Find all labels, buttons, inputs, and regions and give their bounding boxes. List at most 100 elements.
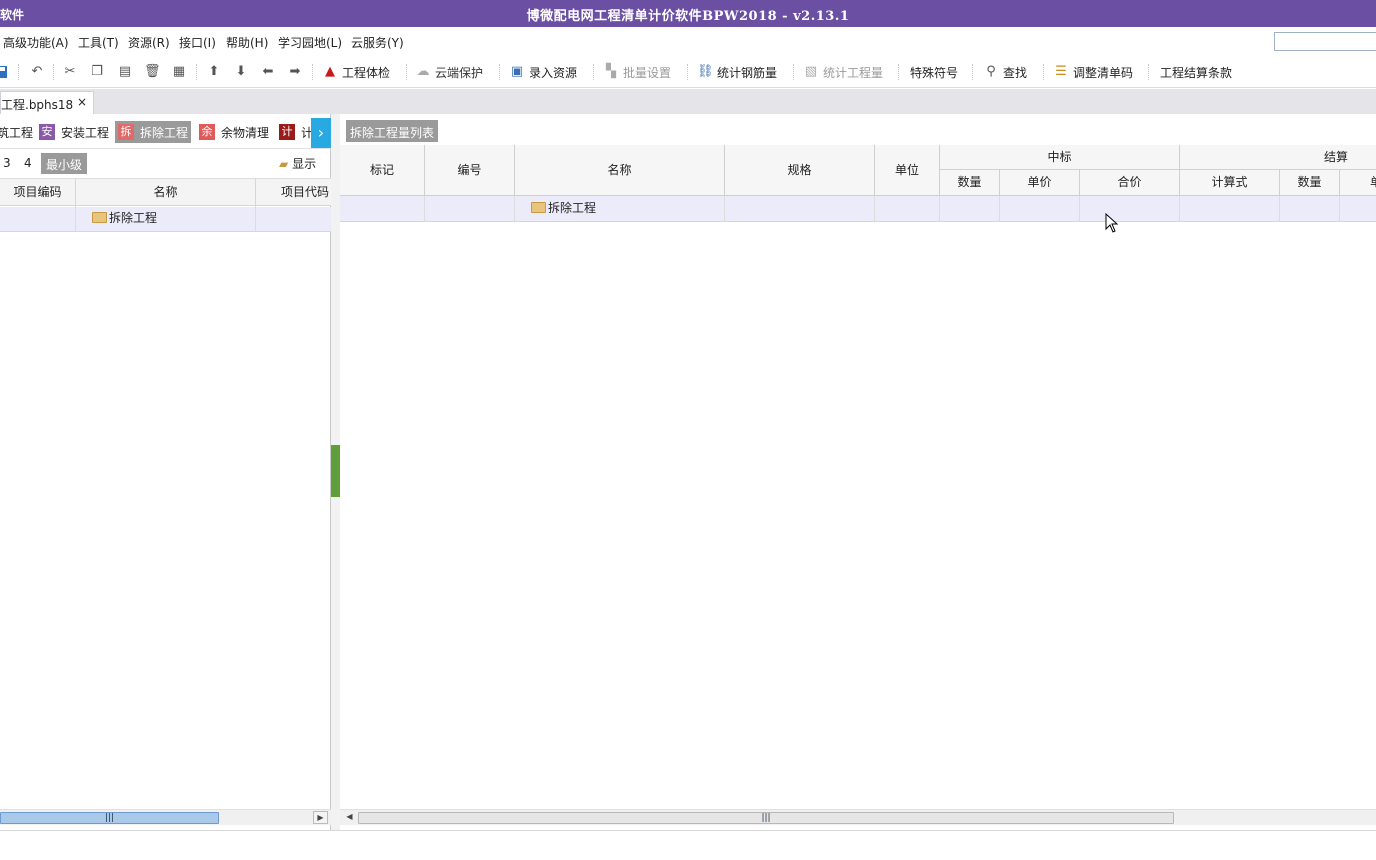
cloud-protect-button[interactable]: ☁ 云端保护 <box>415 63 484 81</box>
cell-bid-total[interactable] <box>1080 196 1180 222</box>
enter-resource-button[interactable]: ▣ 录入资源 <box>509 63 577 81</box>
header-settlement-formula[interactable]: 计算式 <box>1180 170 1280 196</box>
move-down-button[interactable]: ⬇ <box>233 63 253 81</box>
document-tab[interactable]: 工程.bphs18 × <box>0 91 94 114</box>
tab-demolition[interactable]: 拆拆除工程 <box>115 121 192 143</box>
cell-spec[interactable] <box>725 196 875 222</box>
table-row[interactable]: 拆除工程 <box>0 207 331 232</box>
status-bar <box>0 830 1376 860</box>
header-mark[interactable]: 标记 <box>340 145 425 196</box>
tab-calc[interactable]: 计计 <box>279 121 313 143</box>
header-bid-group: 中标 <box>940 145 1180 170</box>
header-unit[interactable]: 单位 <box>875 145 940 196</box>
menu-cloud[interactable]: 云服务(Y) <box>351 34 404 51</box>
header-bid-quantity[interactable]: 数量 <box>940 170 1000 196</box>
header-settlement-unit-price[interactable]: 单 <box>1340 170 1376 196</box>
save-icon <box>0 66 7 78</box>
level-3-button[interactable]: 3 <box>3 156 11 170</box>
settlement-terms-label: 工程结算条款 <box>1160 65 1233 80</box>
count-quantity-button[interactable]: ▧ 统计工程量 <box>803 63 883 81</box>
count-rebar-button[interactable]: ⛓ 统计钢筋量 <box>697 63 777 81</box>
header-bid-total[interactable]: 合价 <box>1080 170 1180 196</box>
left-scroll-thumb[interactable]: ||| <box>0 812 219 824</box>
move-up-button[interactable]: ⬆ <box>206 63 226 81</box>
move-right-button[interactable]: ➡ <box>287 63 307 81</box>
cell-item-code[interactable] <box>0 207 76 231</box>
cell-mark[interactable] <box>340 196 425 222</box>
special-symbols-button[interactable]: 特殊符号 <box>910 63 958 81</box>
cell-bid-quantity[interactable] <box>940 196 1000 222</box>
folder-open-icon: ▰ <box>279 157 289 171</box>
menu-help[interactable]: 帮助(H) <box>226 34 268 51</box>
find-button[interactable]: ⚲ 查找 <box>983 63 1027 81</box>
tab-residual-clearing[interactable]: 余余物清理 <box>199 121 269 143</box>
pane-splitter[interactable] <box>331 114 340 830</box>
header-settlement-group: 结算 <box>1180 145 1376 170</box>
settlement-terms-button[interactable]: 工程结算条款 <box>1160 63 1232 81</box>
tab-installation[interactable]: 安安装工程 <box>39 121 109 143</box>
left-pane: 筑工程 安安装工程 拆拆除工程 余余物清理 计计 › 3 4 最小级 ▰ 显示 … <box>0 114 331 830</box>
level-4-button[interactable]: 4 <box>24 156 32 170</box>
document-tab-strip: 工程.bphs18 × <box>0 89 1376 114</box>
mouse-cursor-icon <box>1105 213 1119 233</box>
cell-settlement-formula[interactable] <box>1180 196 1280 222</box>
paste-button[interactable]: ▤ <box>117 63 137 81</box>
adjust-codes-button[interactable]: ☰ 调整清单码 <box>1053 63 1133 81</box>
header-code[interactable]: 编号 <box>425 145 515 196</box>
preview-button[interactable]: ▦ <box>171 63 191 81</box>
show-button[interactable]: ▰ 显示 <box>279 155 316 172</box>
batch-settings-button[interactable]: ▚ 批量设置 <box>603 63 671 81</box>
undo-icon: ↶ <box>31 64 43 79</box>
header-spec[interactable]: 规格 <box>725 145 875 196</box>
arrow-down-icon: ⬇ <box>235 64 247 79</box>
cell-settlement-quantity[interactable] <box>1280 196 1340 222</box>
menu-tools[interactable]: 工具(T) <box>78 34 119 51</box>
level-min-button[interactable]: 最小级 <box>41 153 88 174</box>
enter-resource-label: 录入资源 <box>529 65 578 80</box>
menu-interface[interactable]: 接口(I) <box>179 34 216 51</box>
copy-button[interactable]: ❐ <box>89 63 109 81</box>
move-left-button[interactable]: ⬅ <box>260 63 280 81</box>
cell-name[interactable]: 拆除工程 <box>515 196 725 222</box>
right-scroll-thumb[interactable]: ||| <box>358 812 1174 824</box>
header-item-code[interactable]: 项目编码 <box>0 179 76 207</box>
close-icon[interactable]: × <box>77 95 87 109</box>
undo-button[interactable]: ↶ <box>29 63 49 81</box>
project-check-button[interactable]: ▲ 工程体检 <box>322 63 390 81</box>
batch-settings-label: 批量设置 <box>623 65 672 80</box>
splitter-handle[interactable] <box>331 445 340 497</box>
cut-button[interactable]: ✂ <box>62 63 82 81</box>
header-name[interactable]: 名称 <box>515 145 725 196</box>
delete-button[interactable]: 🗑 <box>144 63 164 81</box>
list-icon: ☰ <box>1055 64 1067 79</box>
scroll-left-icon[interactable]: ◀ <box>342 811 357 824</box>
search-input[interactable] <box>1274 32 1376 51</box>
menu-advanced[interactable]: 高级功能(A) <box>3 34 69 51</box>
residual-badge-icon: 余 <box>199 124 215 140</box>
header-name[interactable]: 名称 <box>76 179 256 207</box>
right-horizontal-scrollbar[interactable]: ◀ ||| <box>340 809 1376 825</box>
grid-icon: ▚ <box>606 64 616 79</box>
cell-name[interactable]: 拆除工程 <box>76 207 256 231</box>
menu-resources[interactable]: 资源(R) <box>128 34 170 51</box>
left-horizontal-scrollbar[interactable]: ||| ▶ <box>0 809 331 825</box>
scroll-right-icon[interactable]: ▶ <box>313 811 328 824</box>
header-bid-unit-price[interactable]: 单价 <box>1000 170 1080 196</box>
header-settlement-quantity[interactable]: 数量 <box>1280 170 1340 196</box>
menu-learning[interactable]: 学习园地(L) <box>278 34 342 51</box>
cell-code[interactable] <box>425 196 515 222</box>
header-project-code[interactable]: 项目代码 <box>256 179 331 207</box>
cell-unit[interactable] <box>875 196 940 222</box>
save-button[interactable] <box>0 63 8 81</box>
cell-bid-unit-price[interactable] <box>1000 196 1080 222</box>
cell-project-code[interactable] <box>256 207 331 231</box>
cell-settlement-unit-price[interactable] <box>1340 196 1376 222</box>
tab-demolition-quantity-list[interactable]: 拆除工程量列表 <box>346 120 439 142</box>
calc-badge-icon: 计 <box>279 124 295 140</box>
show-label: 显示 <box>292 157 317 171</box>
title-bar: 软件 博微配电网工程清单计价软件BPW2018 - v2.13.1 <box>0 0 1376 27</box>
tab-building[interactable]: 筑工程 <box>0 121 33 143</box>
chevron-right-icon[interactable]: › <box>311 118 331 148</box>
folder-icon <box>92 212 107 223</box>
window-title: 博微配电网工程清单计价软件BPW2018 - v2.13.1 <box>526 9 850 24</box>
